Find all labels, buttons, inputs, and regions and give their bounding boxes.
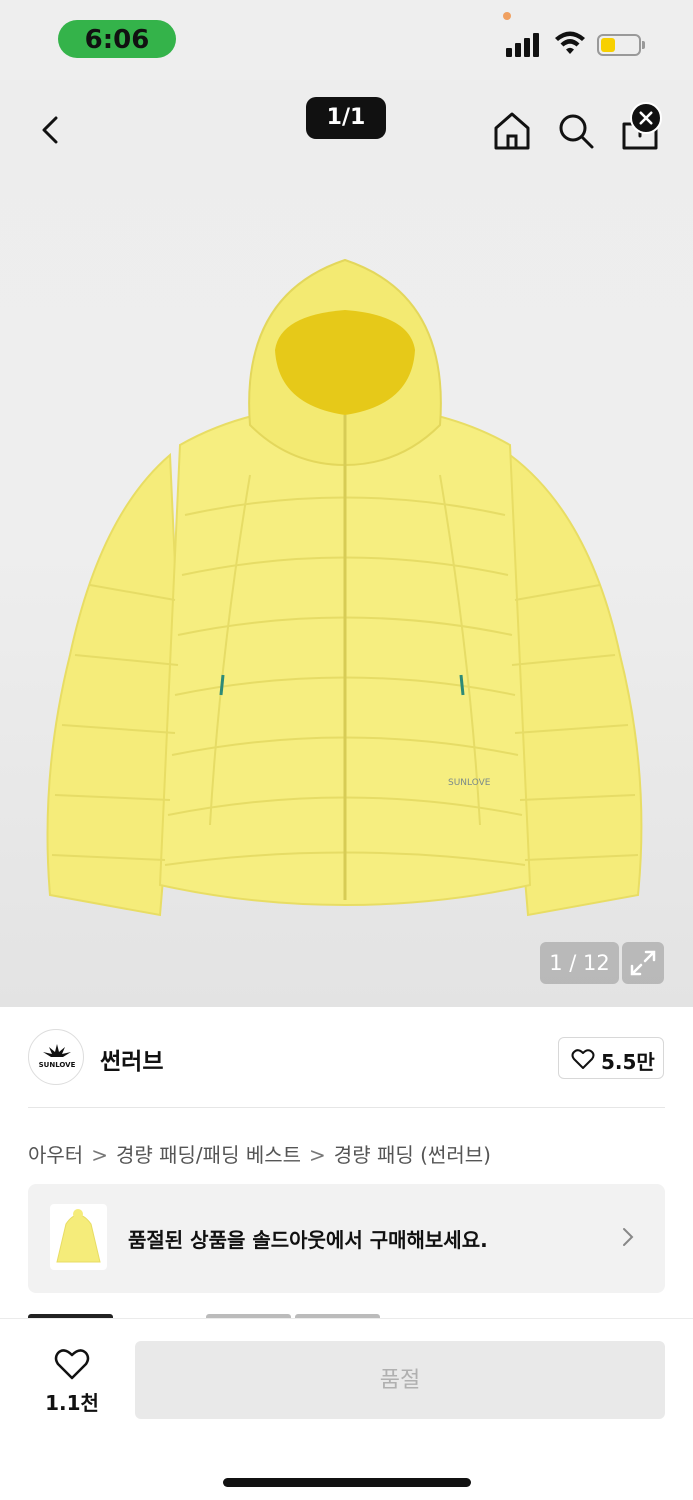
heart-icon: [571, 1049, 595, 1069]
back-icon[interactable]: [34, 110, 68, 150]
soldout-buy-button[interactable]: 품절: [135, 1341, 665, 1419]
jacket-logo-text: SUNLOVE: [448, 778, 491, 788]
brand-logo-mark: SUNLOVE: [39, 1044, 76, 1069]
search-icon[interactable]: [556, 110, 596, 152]
breadcrumb-item-light-padding-vest[interactable]: 경량 패딩/패딩 베스트: [116, 1143, 301, 1167]
chevron-right-icon: [623, 1228, 634, 1246]
wishlist-count: 1.1천: [45, 1391, 99, 1415]
battery-tip: [642, 41, 645, 49]
breadcrumb-separator: >: [91, 1143, 108, 1167]
soldout-banner[interactable]: 품절된 상품을 솔드아웃에서 구매해보세요.: [28, 1184, 665, 1293]
brand-logo-text: SUNLOVE: [39, 1061, 76, 1069]
battery-icon: [597, 34, 641, 56]
breadcrumb-item-outer[interactable]: 아우터: [28, 1143, 83, 1167]
home-icon[interactable]: [492, 110, 532, 152]
brand-like-button[interactable]: 5.5만: [558, 1037, 664, 1079]
brand-logo[interactable]: SUNLOVE: [28, 1029, 84, 1085]
product-photo-yellow-puffer-jacket: SUNLOVE: [46, 258, 643, 917]
bottom-action-bar: 1.1천 품절: [0, 1318, 693, 1500]
time-pill: 6:06: [58, 20, 176, 58]
section-divider: [28, 1107, 665, 1108]
breadcrumb-item-light-padding-brand[interactable]: 경량 패딩 (썬러브): [334, 1143, 491, 1167]
wifi-icon: [555, 31, 585, 54]
image-page-indicator: 1/1: [306, 97, 386, 139]
brand-name[interactable]: 썬러브: [100, 1042, 163, 1076]
wishlist-button[interactable]: 1.1천: [40, 1343, 104, 1417]
breadcrumb: 아우터 > 경량 패딩/패딩 베스트 > 경량 패딩 (썬러브): [28, 1139, 491, 1168]
heart-icon: [54, 1349, 90, 1380]
privacy-indicator-dot: [503, 12, 511, 20]
image-counter: 1 / 12: [540, 942, 619, 984]
brand-like-count: 5.5만: [601, 1050, 655, 1074]
expand-icon[interactable]: [622, 942, 664, 984]
status-bar: 6:06: [0, 0, 693, 80]
status-time: 6:06: [84, 25, 150, 55]
banner-thumbnail: [50, 1204, 107, 1270]
cellular-signal-icon: [506, 32, 542, 57]
home-indicator: [223, 1478, 471, 1487]
close-icon[interactable]: [630, 102, 662, 134]
battery-level: [601, 38, 615, 52]
breadcrumb-separator: >: [309, 1143, 326, 1167]
soldout-banner-text: 품절된 상품을 솔드아웃에서 구매해보세요.: [128, 1228, 488, 1252]
